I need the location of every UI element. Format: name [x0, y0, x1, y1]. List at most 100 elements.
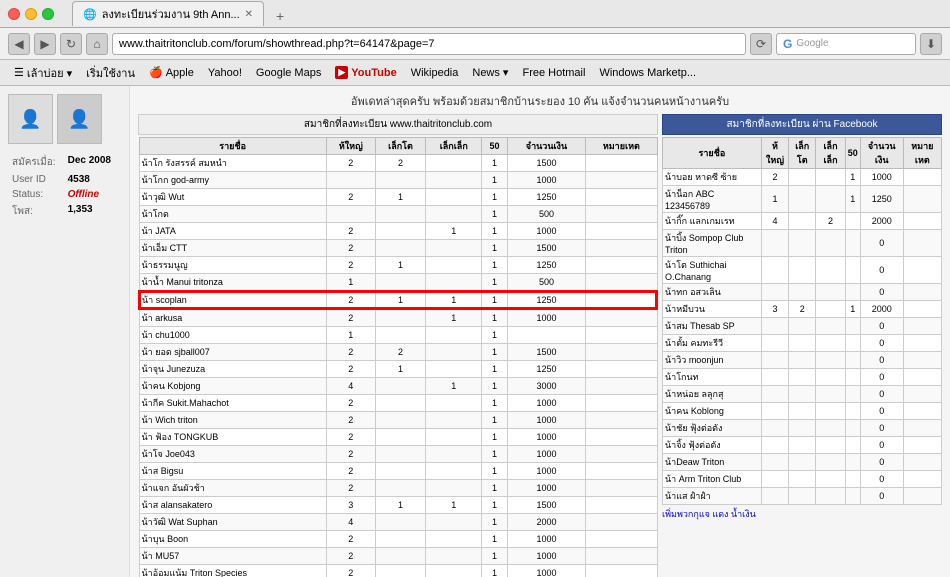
home-button[interactable]: ⌂: [86, 33, 108, 55]
new-tab-button[interactable]: +: [268, 6, 292, 26]
status-value: Offline: [66, 188, 119, 201]
youtube-label: YouTube: [351, 67, 396, 79]
bookmark-googlemaps[interactable]: Google Maps: [250, 65, 327, 81]
bookmark-yahoo[interactable]: Yahoo!: [202, 65, 248, 81]
table-row: น้าคน Kobjong4113000: [139, 378, 657, 395]
table-row: น้า scoplan21111250: [139, 291, 657, 309]
table-row: น้าส Bigsu211000: [139, 463, 657, 480]
bookmark-label: Free Hotmail: [522, 67, 585, 79]
download-button[interactable]: ⬇: [920, 33, 942, 55]
table-row: น้าชัย ฟุ้งต่อตัง0: [663, 420, 942, 437]
url-text: www.thaitritonclub.com/forum/showthread.…: [119, 38, 435, 50]
col-note: หมายเหต: [586, 138, 657, 155]
user-info: สมัครเมื่อ: Dec 2008 User ID 4538 Status…: [8, 152, 121, 222]
bookmark-windows[interactable]: Windows Marketp...: [593, 65, 702, 81]
active-tab[interactable]: 🌐 ลงทะเบียนร่วมงาน 9th Ann... ✕: [72, 1, 264, 26]
table-row: น้ากิ๊ก แลกเกมเรท422000: [663, 213, 942, 230]
tab-close-button[interactable]: ✕: [245, 9, 253, 20]
posts-label: โพส:: [10, 203, 64, 220]
left-data-table: รายชื่อ ห้ใหญ่ เล็กโต เล็กเล็ก 50 จำนวนเ…: [138, 137, 658, 577]
bookmark-label: Google Maps: [256, 67, 321, 79]
bookmark-wikipedia[interactable]: Wikipedia: [405, 65, 465, 81]
posts-value: 1,353: [66, 203, 119, 220]
search-bar[interactable]: G Google: [776, 33, 916, 55]
table-row: น้าหน่อย ลลุกสุ0: [663, 386, 942, 403]
close-button[interactable]: [8, 8, 20, 20]
footer-note: เพิ่มพวกกุแจ แดง น้ำเงิน: [662, 507, 942, 521]
traffic-lights: [8, 8, 54, 20]
table-row: น้าส alansakatero31111500: [139, 497, 657, 514]
main-content: อัพเดทล่าสุดครับ พร้อมด้วยสมาชิกบ้านระยอ…: [130, 86, 950, 577]
bookmark-news[interactable]: News ▾: [466, 64, 514, 81]
table-row: น้าแจก อันผัวช้า211000: [139, 480, 657, 497]
col-amt-r: จำนวนเงิน: [860, 138, 903, 169]
table-row: น้าน้ำ Manui tritonza11500: [139, 274, 657, 292]
col-name-r: รายชื่อ: [663, 138, 762, 169]
url-bar[interactable]: www.thaitritonclub.com/forum/showthread.…: [112, 33, 746, 55]
col-small-r: เล็กเล็ก: [816, 138, 846, 169]
table-row: น้าธรรมนูญ2111250: [139, 257, 657, 274]
table-row: น้า ฟ้อง TONGKUB211000: [139, 429, 657, 446]
table-row: น้า MU57211000: [139, 548, 657, 565]
col-50-r: 50: [845, 138, 860, 169]
bookmark-label: Apple: [166, 67, 194, 79]
bookmark-label: เล้าบ่อย ▾: [27, 64, 72, 82]
search-text: Google: [796, 38, 828, 49]
col-50: 50: [482, 138, 507, 155]
bookmark-apple[interactable]: 🍎 Apple: [143, 64, 200, 81]
back-button[interactable]: ◀: [8, 33, 30, 55]
col-small: เล็กเล็ก: [426, 138, 482, 155]
page-title: อัพเดทล่าสุดครับ พร้อมด้วยสมาชิกบ้านระยอ…: [138, 92, 942, 110]
bookmark-label: เริ่มใช้งาน: [86, 64, 135, 82]
table-row: น้า ยอด sjball0072211500: [139, 344, 657, 361]
title-bar: 🌐 ลงทะเบียนร่วมงาน 9th Ann... ✕ +: [0, 0, 950, 28]
table-row: น้า arkusa2111000: [139, 309, 657, 327]
table-row: น้า Wich triton211000: [139, 412, 657, 429]
table-row: น้าอ้อมแน้ม Triton Species211000: [139, 565, 657, 577]
bookmark-hotmail[interactable]: Free Hotmail: [516, 65, 591, 81]
bookmark-label: Wikipedia: [411, 67, 459, 79]
avatar-secondary: 👤: [57, 94, 102, 144]
table-row: น้าโต Suthichai O.Chanang0: [663, 257, 942, 284]
refresh-button[interactable]: ↻: [60, 33, 82, 55]
youtube-logo: ▶: [335, 66, 348, 79]
status-label: Status:: [10, 188, 64, 201]
table-row: น้าจุน Junezuza2111250: [139, 361, 657, 378]
forward-button[interactable]: ▶: [34, 33, 56, 55]
col-amt: จำนวนเงิน: [507, 138, 585, 155]
table-row: น้าตั้ม คมทะรีวี0: [663, 335, 942, 352]
table-row: น้าโกนท0: [663, 369, 942, 386]
table-row: น้าน็อก ABC 123456789111250: [663, 186, 942, 213]
table-row: น้า chu100011: [139, 327, 657, 344]
table-row: น้าDeaw Triton0: [663, 454, 942, 471]
avatar-primary: 👤: [8, 94, 53, 144]
bookmark-label: Windows Marketp...: [599, 67, 696, 79]
bookmark-label: Yahoo!: [208, 67, 242, 79]
table-row: น้าบิ้ง Sompop Club Triton0: [663, 230, 942, 257]
left-table-header: สมาชิกที่ลงทะเบียน www.thaitritonclub.co…: [138, 114, 658, 135]
minimize-button[interactable]: [25, 8, 37, 20]
table-row: น้าบุน Boon211000: [139, 531, 657, 548]
bookmark-start[interactable]: เริ่มใช้งาน: [80, 62, 141, 84]
tables-container: สมาชิกที่ลงทะเบียน www.thaitritonclub.co…: [138, 114, 942, 577]
browser-content: 👤 👤 สมัครเมื่อ: Dec 2008 User ID 4538 St…: [0, 86, 950, 577]
table-row: น้าโก รังสรรค์ สมหนำ2211500: [139, 155, 657, 172]
table-row: น้าจิ้ง ฟุ้งต่อตัง0: [663, 437, 942, 454]
bookmarks-bar: ☰ เล้าบ่อย ▾ เริ่มใช้งาน 🍎 Apple Yahoo! …: [0, 60, 950, 86]
table-row: น้าคน Koblong0: [663, 403, 942, 420]
avatar-area: 👤 👤: [8, 94, 121, 144]
table-row: น้า Arm Triton Club0: [663, 471, 942, 488]
reload-button[interactable]: ⟳: [750, 33, 772, 55]
tab-bar: 🌐 ลงทะเบียนร่วมงาน 9th Ann... ✕ +: [72, 1, 292, 26]
left-table-section: สมาชิกที่ลงทะเบียน www.thaitritonclub.co…: [138, 114, 658, 577]
apple-icon: 🍎: [149, 66, 163, 79]
bookmark-readinglist[interactable]: ☰ เล้าบ่อย ▾: [8, 62, 78, 84]
bookmark-youtube[interactable]: ▶ YouTube: [329, 64, 402, 81]
user-sidebar: 👤 👤 สมัครเมื่อ: Dec 2008 User ID 4538 St…: [0, 86, 130, 577]
col-name: รายชื่อ: [139, 138, 326, 155]
search-engine-icon: G: [783, 37, 792, 51]
table-row: น้าโกก god-army11000: [139, 172, 657, 189]
table-row: น้ากีค Sukit.Mahachot211000: [139, 395, 657, 412]
maximize-button[interactable]: [42, 8, 54, 20]
col-med-r: เล็กโต: [789, 138, 816, 169]
